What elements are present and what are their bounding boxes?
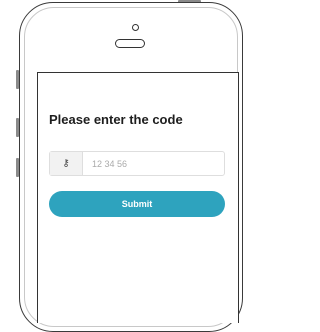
key-icon: ⚷ <box>50 152 83 175</box>
phone-speaker <box>115 39 145 48</box>
code-input[interactable] <box>83 152 224 175</box>
front-camera <box>132 24 139 31</box>
submit-button[interactable]: Submit <box>49 191 225 217</box>
page-title: Please enter the code <box>49 112 183 127</box>
code-field[interactable]: ⚷ <box>49 151 225 176</box>
